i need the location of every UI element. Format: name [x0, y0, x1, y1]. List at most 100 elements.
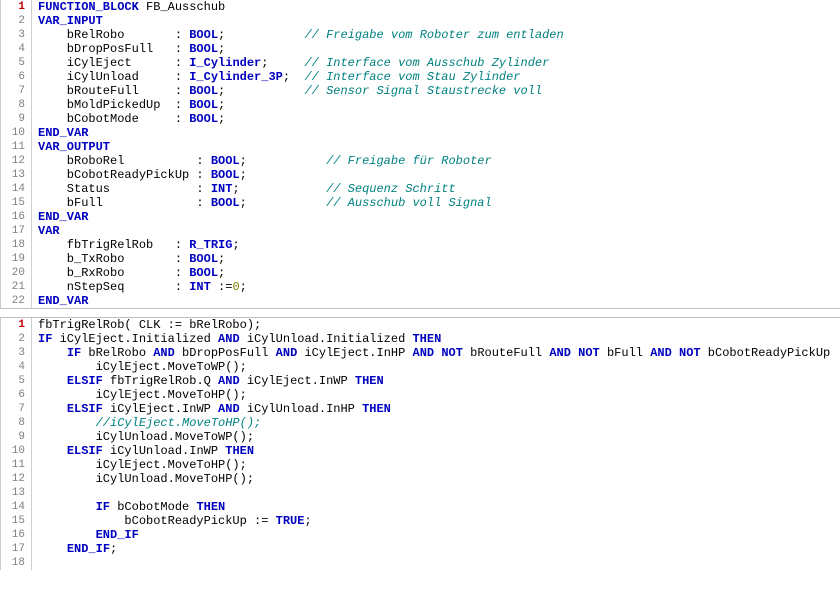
token-id: bCobotReadyPickUp :	[38, 168, 211, 182]
token-kw: AND	[218, 402, 240, 416]
code-content[interactable]: fbTrigRelRob : R_TRIG;	[32, 238, 240, 252]
token-id: ;	[110, 542, 117, 556]
token-kw: TRUE	[276, 514, 305, 528]
code-line[interactable]: 22END_VAR	[1, 294, 840, 308]
code-line[interactable]: 9 iCylUnload.MoveToWP();	[1, 430, 840, 444]
code-content[interactable]: nStepSeq : INT :=0;	[32, 280, 247, 294]
code-line[interactable]: 8 bMoldPickedUp : BOOL;	[1, 98, 840, 112]
line-number: 14	[1, 500, 32, 514]
code-line[interactable]: 17VAR	[1, 224, 840, 238]
token-id: Status :	[38, 182, 211, 196]
code-line[interactable]: 17 END_IF;	[1, 542, 840, 556]
code-line[interactable]: 2VAR_INPUT	[1, 14, 840, 28]
code-content[interactable]: iCylUnload.MoveToHP();	[32, 472, 254, 486]
code-line[interactable]: 6 iCylEject.MoveToHP();	[1, 388, 840, 402]
code-content[interactable]: iCylEject.MoveToHP();	[32, 458, 247, 472]
code-content[interactable]: IF bCobotMode THEN	[32, 500, 225, 514]
token-kw: THEN	[225, 444, 254, 458]
code-line[interactable]: 15 bCobotReadyPickUp := TRUE;	[1, 514, 840, 528]
code-content[interactable]: bRoboRel : BOOL; // Freigabe für Roboter	[32, 154, 492, 168]
code-content[interactable]: bRelRobo : BOOL; // Freigabe vom Roboter…	[32, 28, 564, 42]
code-content[interactable]: bMoldPickedUp : BOOL;	[32, 98, 225, 112]
code-content[interactable]: ELSIF iCylUnload.InWP THEN	[32, 444, 254, 458]
code-line[interactable]: 16END_VAR	[1, 210, 840, 224]
code-line[interactable]: 1fbTrigRelRob( CLK := bRelRobo);	[1, 318, 840, 332]
code-line[interactable]: 4 iCylEject.MoveToWP();	[1, 360, 840, 374]
code-content[interactable]: END_IF	[32, 528, 139, 542]
code-line[interactable]: 6 iCylUnload : I_Cylinder_3P; // Interfa…	[1, 70, 840, 84]
code-line[interactable]: 8 //iCylEject.MoveToHP();	[1, 416, 840, 430]
implementation-pane[interactable]: 1fbTrigRelRob( CLK := bRelRobo);2IF iCyl…	[0, 318, 840, 570]
token-id: ;	[218, 28, 304, 42]
code-line[interactable]: 13	[1, 486, 840, 500]
code-content[interactable]: bCobotReadyPickUp : BOOL;	[32, 168, 247, 182]
code-line[interactable]: 14 IF bCobotMode THEN	[1, 500, 840, 514]
code-line[interactable]: 13 bCobotReadyPickUp : BOOL;	[1, 168, 840, 182]
code-line[interactable]: 11 iCylEject.MoveToHP();	[1, 458, 840, 472]
code-content[interactable]: VAR_OUTPUT	[32, 140, 110, 154]
code-line[interactable]: 7 ELSIF iCylEject.InWP AND iCylUnload.In…	[1, 402, 840, 416]
code-line[interactable]: 5 ELSIF fbTrigRelRob.Q AND iCylEject.InW…	[1, 374, 840, 388]
token-id: ;	[232, 182, 326, 196]
code-line[interactable]: 11VAR_OUTPUT	[1, 140, 840, 154]
code-line[interactable]: 10 ELSIF iCylUnload.InWP THEN	[1, 444, 840, 458]
code-line[interactable]: 12 iCylUnload.MoveToHP();	[1, 472, 840, 486]
code-line[interactable]: 1FUNCTION_BLOCK FB_Ausschub	[1, 0, 840, 14]
code-content[interactable]: VAR_INPUT	[32, 14, 103, 28]
token-id: nStepSeq :	[38, 280, 189, 294]
code-line[interactable]: 21 nStepSeq : INT :=0;	[1, 280, 840, 294]
code-content[interactable]: IF bRelRobo AND bDropPosFull AND iCylEje…	[32, 346, 840, 360]
code-line[interactable]: 12 bRoboRel : BOOL; // Freigabe für Robo…	[1, 154, 840, 168]
code-line[interactable]: 18 fbTrigRelRob : R_TRIG;	[1, 238, 840, 252]
token-id: fbTrigRelRob.Q	[103, 374, 218, 388]
token-id: iCylEject :	[38, 56, 189, 70]
token-id: iCylUnload :	[38, 70, 189, 84]
code-line[interactable]: 18	[1, 556, 840, 570]
code-line[interactable]: 2IF iCylEject.Initialized AND iCylUnload…	[1, 332, 840, 346]
code-content[interactable]: Status : INT; // Sequenz Schritt	[32, 182, 456, 196]
code-content[interactable]: END_VAR	[32, 126, 88, 140]
code-content[interactable]: ELSIF iCylEject.InWP AND iCylUnload.InHP…	[32, 402, 391, 416]
code-line[interactable]: 4 bDropPosFull : BOOL;	[1, 42, 840, 56]
code-content[interactable]: bRouteFull : BOOL; // Sensor Signal Stau…	[32, 84, 542, 98]
code-line[interactable]: 3 bRelRobo : BOOL; // Freigabe vom Robot…	[1, 28, 840, 42]
code-content[interactable]: END_VAR	[32, 210, 88, 224]
code-content[interactable]	[32, 556, 38, 570]
line-number: 15	[1, 514, 32, 528]
token-id: fbTrigRelRob :	[38, 238, 189, 252]
code-content[interactable]: iCylEject.MoveToWP();	[32, 360, 247, 374]
code-content[interactable]: END_VAR	[32, 294, 88, 308]
code-content[interactable]: iCylUnload : I_Cylinder_3P; // Interface…	[32, 70, 521, 84]
code-content[interactable]: iCylEject.MoveToHP();	[32, 388, 247, 402]
code-content[interactable]	[32, 486, 38, 500]
declaration-pane[interactable]: 1FUNCTION_BLOCK FB_Ausschub2VAR_INPUT3 b…	[0, 0, 840, 308]
code-content[interactable]: END_IF;	[32, 542, 117, 556]
code-content[interactable]: bCobotMode : BOOL;	[32, 112, 225, 126]
code-content[interactable]: VAR	[32, 224, 60, 238]
code-content[interactable]: IF iCylEject.Initialized AND iCylUnload.…	[32, 332, 441, 346]
code-line[interactable]: 20 b_RxRobo : BOOL;	[1, 266, 840, 280]
token-kw: IF	[96, 500, 110, 514]
code-content[interactable]: bDropPosFull : BOOL;	[32, 42, 225, 56]
code-content[interactable]: FUNCTION_BLOCK FB_Ausschub	[32, 0, 225, 14]
code-line[interactable]: 7 bRouteFull : BOOL; // Sensor Signal St…	[1, 84, 840, 98]
code-content[interactable]: b_TxRobo : BOOL;	[32, 252, 225, 266]
code-content[interactable]: iCylEject : I_Cylinder; // Interface vom…	[32, 56, 549, 70]
pane-divider[interactable]	[0, 308, 840, 318]
code-editor[interactable]: 1FUNCTION_BLOCK FB_Ausschub2VAR_INPUT3 b…	[0, 0, 840, 570]
code-content[interactable]: b_RxRobo : BOOL;	[32, 266, 225, 280]
code-line[interactable]: 10END_VAR	[1, 126, 840, 140]
code-line[interactable]: 14 Status : INT; // Sequenz Schritt	[1, 182, 840, 196]
code-content[interactable]: fbTrigRelRob( CLK := bRelRobo);	[32, 318, 261, 332]
code-line[interactable]: 3 IF bRelRobo AND bDropPosFull AND iCylE…	[1, 346, 840, 360]
code-line[interactable]: 15 bFull : BOOL; // Ausschub voll Signal	[1, 196, 840, 210]
code-content[interactable]: iCylUnload.MoveToWP();	[32, 430, 254, 444]
code-content[interactable]: bCobotReadyPickUp := TRUE;	[32, 514, 312, 528]
code-content[interactable]: ELSIF fbTrigRelRob.Q AND iCylEject.InWP …	[32, 374, 384, 388]
code-line[interactable]: 9 bCobotMode : BOOL;	[1, 112, 840, 126]
code-line[interactable]: 19 b_TxRobo : BOOL;	[1, 252, 840, 266]
code-content[interactable]: //iCylEject.MoveToHP();	[32, 416, 261, 430]
code-line[interactable]: 5 iCylEject : I_Cylinder; // Interface v…	[1, 56, 840, 70]
code-line[interactable]: 16 END_IF	[1, 528, 840, 542]
code-content[interactable]: bFull : BOOL; // Ausschub voll Signal	[32, 196, 492, 210]
